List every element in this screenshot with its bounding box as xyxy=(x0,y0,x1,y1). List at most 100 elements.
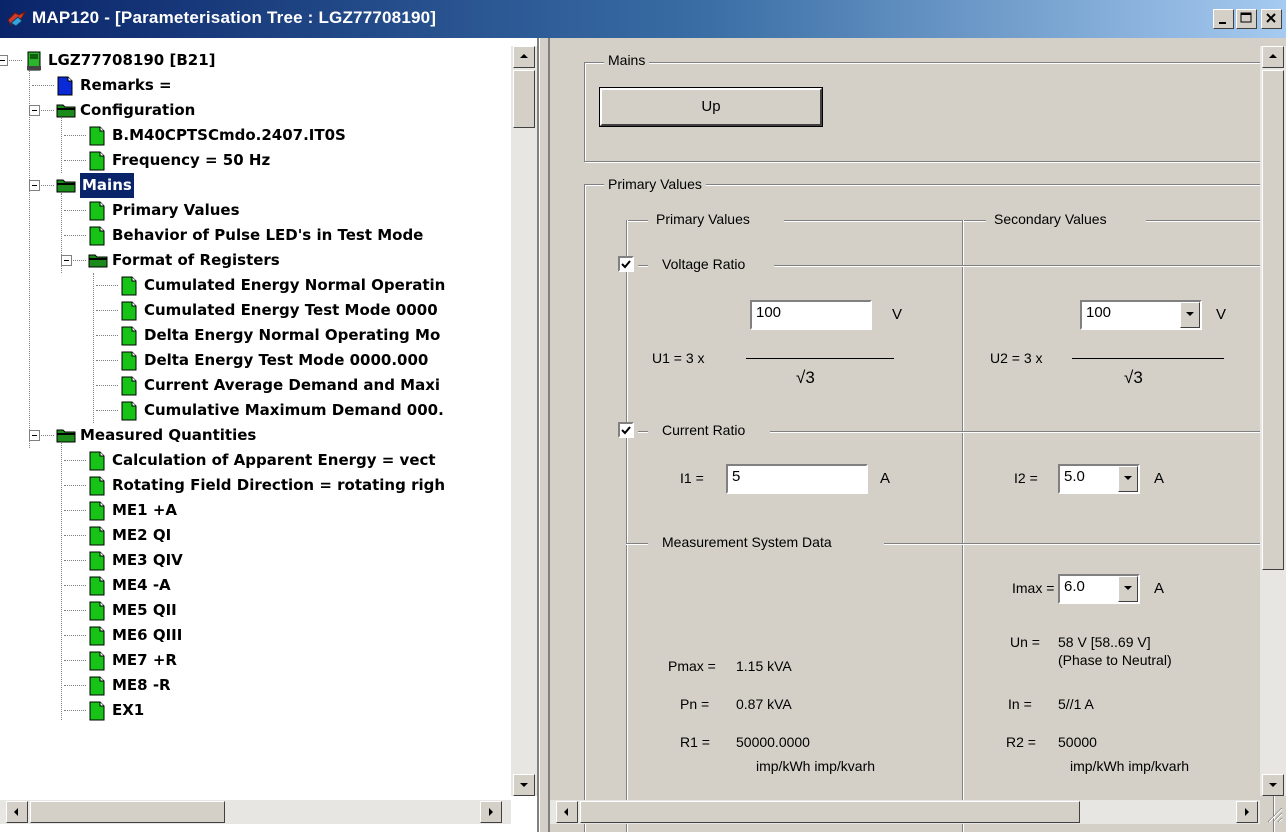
arrow-left-icon xyxy=(564,808,568,816)
r2-prefix: R2 = xyxy=(1006,734,1036,750)
folder-icon xyxy=(56,101,76,127)
i1-prefix: I1 = xyxy=(680,470,704,486)
primary-col-legend: Primary Values xyxy=(652,211,754,227)
folder-icon xyxy=(56,176,76,202)
detail-scroll-right-button[interactable] xyxy=(1236,801,1258,823)
checkmark-icon xyxy=(621,426,631,435)
detail-hscrollbar[interactable] xyxy=(550,800,1260,824)
r1-prefix: R1 = xyxy=(680,734,710,750)
divider xyxy=(626,220,648,221)
tree-connector xyxy=(64,660,86,662)
divider xyxy=(638,431,648,432)
tree-scroll-thumb[interactable] xyxy=(513,70,535,128)
arrow-right-icon xyxy=(1245,808,1249,816)
un-prefix: Un = xyxy=(1010,634,1040,650)
arrow-up-icon xyxy=(520,54,528,58)
tree-item-label: ME6 QIII xyxy=(112,626,183,644)
pane-splitter[interactable] xyxy=(539,38,548,832)
green-doc-icon xyxy=(88,526,106,554)
tree-connector xyxy=(64,710,86,712)
maximize-button[interactable] xyxy=(1236,9,1257,29)
minimize-button[interactable] xyxy=(1213,9,1234,29)
u1-denominator: √3 xyxy=(796,368,815,387)
u1-input[interactable]: 100 xyxy=(750,300,872,330)
up-button[interactable]: Up xyxy=(599,87,823,127)
green-doc-icon xyxy=(88,126,106,154)
tree-hscroll-thumb[interactable] xyxy=(30,801,225,823)
green-doc-icon xyxy=(88,226,106,254)
r2-units: imp/kWh imp/kvarh xyxy=(1070,758,1190,774)
folder-icon xyxy=(88,251,108,277)
voltage-ratio-label: Voltage Ratio xyxy=(662,256,746,272)
close-icon xyxy=(1266,13,1276,23)
tree-item-label: Delta Energy Normal Operating Mo xyxy=(144,326,441,344)
tree-connector xyxy=(96,410,118,412)
voltage-ratio-checkbox[interactable] xyxy=(618,256,634,272)
imax-select[interactable]: 6.0 xyxy=(1058,574,1140,604)
dropdown-icon[interactable] xyxy=(1118,576,1138,602)
divider xyxy=(962,220,986,221)
tree-guide-line xyxy=(29,58,31,448)
pmax-prefix: Pmax = xyxy=(668,658,716,674)
tree-scroll-left-button[interactable] xyxy=(6,801,28,823)
pn-prefix: Pn = xyxy=(680,696,710,712)
detail-scroll-down-button[interactable] xyxy=(1262,774,1284,796)
checkmark-icon xyxy=(621,260,631,269)
close-button[interactable] xyxy=(1261,9,1282,29)
window-titlebar[interactable]: MAP120 - [Parameterisation Tree : LGZ777… xyxy=(0,0,1286,38)
u2-select[interactable]: 100 xyxy=(1080,300,1202,330)
tree-item-label: Cumulated Energy Test Mode 0000 xyxy=(144,301,438,319)
parameter-tree[interactable]: LGZ77708190 [B21] Remarks = Configuration B… xyxy=(0,38,539,832)
size-grip-icon[interactable] xyxy=(1262,802,1284,824)
green-doc-icon xyxy=(88,451,106,479)
imax-value: 6.0 xyxy=(1064,578,1085,595)
i1-input[interactable]: 5 xyxy=(726,464,868,494)
tree-item-label: Current Average Demand and Maxi xyxy=(144,376,441,394)
tree-connector xyxy=(32,85,54,87)
u2-value: 100 xyxy=(1086,304,1112,321)
current-ratio-checkbox[interactable] xyxy=(618,422,634,438)
detail-scroll-up-button[interactable] xyxy=(1262,46,1284,68)
tree-scroll-right-button[interactable] xyxy=(480,801,502,823)
tree-connector xyxy=(64,635,86,637)
green-doc-icon xyxy=(120,351,138,379)
tree-item-label: Cumulative Maximum Demand 000. xyxy=(144,401,444,419)
tree-connector xyxy=(64,610,86,612)
detail-scroll-left-button[interactable] xyxy=(556,801,578,823)
tree-item-label: Primary Values xyxy=(112,201,240,219)
divider xyxy=(638,265,648,266)
dropdown-icon[interactable] xyxy=(1118,466,1138,492)
tree-connector xyxy=(64,160,86,162)
tree-item-label: ME5 QII xyxy=(112,601,177,619)
tree-connector xyxy=(64,585,86,587)
tree-item-label: Rotating Field Direction = rotating righ xyxy=(112,476,446,494)
dropdown-icon[interactable] xyxy=(1180,302,1200,328)
green-doc-icon xyxy=(88,501,106,529)
tree-connector xyxy=(96,385,118,387)
tree-scroll-up-button[interactable] xyxy=(513,46,535,68)
arrow-down-icon xyxy=(1269,783,1277,787)
i2-select[interactable]: 5.0 xyxy=(1058,464,1140,494)
tree-item-label: ME8 -R xyxy=(112,676,171,694)
green-doc-icon xyxy=(88,701,106,729)
imax-prefix: Imax = xyxy=(1012,580,1055,596)
u1-fraction-bar xyxy=(746,358,894,359)
tree-vscrollbar[interactable] xyxy=(511,46,537,796)
detail-scroll-thumb[interactable] xyxy=(1262,70,1284,570)
tree-hscrollbar[interactable] xyxy=(0,800,511,824)
collapse-toggle-icon[interactable] xyxy=(0,55,8,66)
detail-vscrollbar[interactable] xyxy=(1260,46,1286,796)
u2-fraction-bar xyxy=(1072,358,1224,359)
primary-values-legend: Primary Values xyxy=(604,176,706,192)
detail-hscroll-thumb[interactable] xyxy=(580,801,1080,823)
u2-denominator: √3 xyxy=(1124,368,1143,387)
tree-item-label: Frequency = 50 Hz xyxy=(112,151,271,169)
tree-scroll-down-button[interactable] xyxy=(513,774,535,796)
green-doc-icon xyxy=(88,551,106,579)
tree-connector xyxy=(96,360,118,362)
u1-prefix: U1 = 3 x xyxy=(652,350,705,366)
in-prefix: In = xyxy=(1008,696,1032,712)
green-doc-icon xyxy=(120,301,138,329)
tree-connector xyxy=(96,335,118,337)
tree-connector xyxy=(64,210,86,212)
